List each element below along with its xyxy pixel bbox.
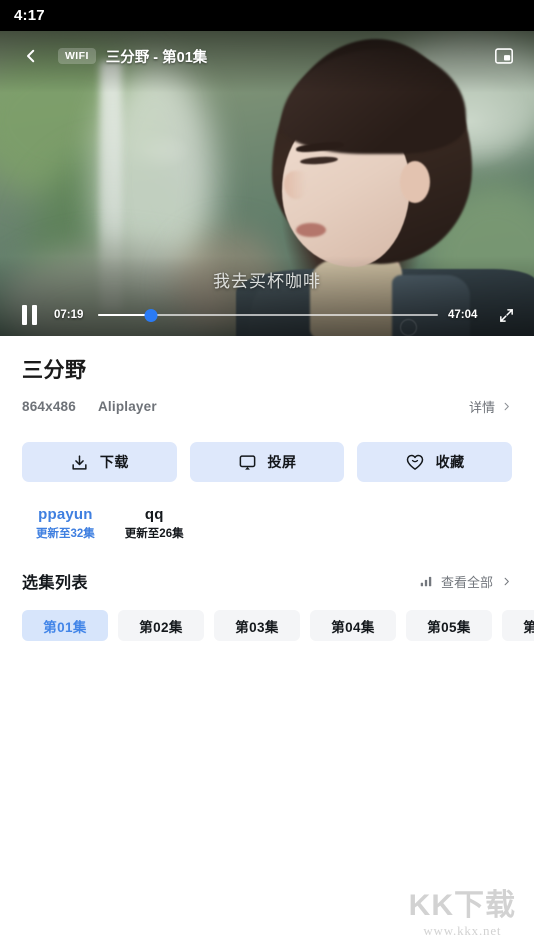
download-icon (72, 454, 87, 470)
details-label: 详情 (468, 400, 495, 415)
video-subject-mouth (296, 223, 326, 237)
site-watermark: KK下载 www.kkx.net (408, 888, 516, 940)
video-subject-ear (400, 161, 430, 203)
download-button[interactable]: 下载 (22, 442, 177, 482)
info-section: 三分野 864x486 Aliplayer 详情 (0, 336, 534, 416)
current-time-label: 07:19 (54, 309, 84, 321)
pause-bar (21, 305, 27, 325)
video-subject-nose (284, 171, 306, 199)
seek-played (98, 313, 151, 317)
chevron-left-icon[interactable] (14, 39, 48, 73)
source-name: qq (144, 506, 164, 523)
picture-in-picture-icon[interactable] (488, 40, 520, 72)
cast-button[interactable]: 投屏 (189, 442, 345, 482)
total-time-label: 47:04 (448, 309, 478, 321)
player-top-bar: WIFI 三分野 - 第01集 (0, 31, 534, 81)
view-all-label: 查看全部 (440, 574, 493, 590)
status-bar-time: 4:17 (14, 7, 45, 24)
heart-icon (406, 454, 423, 470)
source-name: ppayun (38, 506, 93, 523)
download-label: 下载 (99, 454, 129, 470)
source-tab-row: ppayun 更新至32集 qq 更新至26集 (0, 482, 534, 543)
favorite-label: 收藏 (435, 454, 465, 470)
cast-label: 投屏 (267, 454, 297, 470)
pause-bar (31, 305, 37, 325)
episode-chip-6[interactable]: 第06集 (502, 610, 534, 641)
chevron-right-icon (504, 402, 509, 411)
source-update-count: 更新至26集 (124, 528, 184, 540)
episode-chip-5[interactable]: 第05集 (406, 610, 492, 641)
details-link[interactable]: 详情 (469, 397, 512, 416)
meta-row: 864x486 Aliplayer 详情 (22, 397, 512, 416)
episode-chip-1[interactable]: 第01集 (22, 610, 108, 641)
episode-chip-row[interactable]: 第01集 第02集 第03集 第04集 第05集 第06集 (0, 593, 534, 641)
status-bar: 4:17 (0, 0, 534, 31)
episode-chip-4[interactable]: 第04集 (310, 610, 396, 641)
chevron-right-icon (504, 577, 509, 585)
episode-chip-3[interactable]: 第03集 (214, 610, 300, 641)
network-badge: WIFI (58, 47, 96, 65)
episode-section-header: 选集列表 查看全部 (0, 543, 534, 593)
player-name-label: Aliplayer (97, 399, 157, 414)
episode-chip-label: 第05集 (427, 619, 471, 635)
video-player[interactable]: WIFI 三分野 - 第01集 我去买杯咖啡 07:19 47:04 (0, 31, 534, 336)
view-all-episodes-link[interactable]: 查看全部 (419, 572, 512, 591)
bar-chart-icon (420, 576, 432, 587)
watermark-url: www.kkx.net (423, 923, 502, 938)
episode-chip-label: 第06集 (523, 619, 534, 635)
resolution-label: 864x486 (22, 399, 76, 414)
episode-chip-label: 第03集 (235, 619, 279, 635)
cast-screen-icon (239, 454, 255, 470)
episode-chip-label: 第01集 (43, 619, 87, 635)
source-tab-qq[interactable]: qq 更新至26集 (119, 504, 190, 543)
pause-icon[interactable] (14, 302, 44, 328)
source-tab-ppayun[interactable]: ppayun 更新至32集 (30, 504, 101, 543)
player-title: 三分野 - 第01集 (105, 49, 208, 66)
fullscreen-expand-icon[interactable] (492, 302, 520, 328)
episode-chip-2[interactable]: 第02集 (118, 610, 204, 641)
watermark-logo: KK下载 (408, 888, 516, 922)
page-title: 三分野 (22, 359, 87, 382)
seek-bar[interactable] (98, 304, 438, 326)
player-controls: 07:19 47:04 (0, 294, 534, 336)
episode-chip-label: 第04集 (331, 619, 375, 635)
seek-thumb[interactable] (144, 308, 158, 322)
episode-chip-label: 第02集 (139, 619, 183, 635)
video-subtitle: 我去买杯咖啡 (213, 272, 321, 291)
episode-section-title: 选集列表 (22, 575, 89, 592)
favorite-button[interactable]: 收藏 (357, 442, 513, 482)
source-update-count: 更新至32集 (36, 528, 95, 540)
action-button-row: 下载 投屏 收藏 (0, 416, 534, 482)
